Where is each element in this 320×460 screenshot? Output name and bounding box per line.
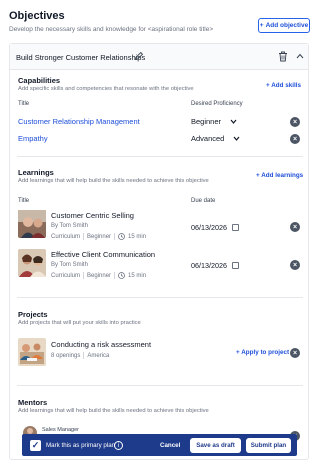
learning-level: Beginner: [87, 272, 112, 279]
proficiency-select[interactable]: Advanced: [191, 134, 240, 143]
page-subtitle: Develop the necessary skills and knowled…: [9, 26, 214, 33]
learnings-subtitle: Add learnings that will help build the s…: [18, 178, 209, 184]
objective-name: Build Stronger Customer Relationships: [16, 53, 146, 62]
chevron-down-icon: [233, 136, 240, 141]
cancel-button[interactable]: Cancel: [160, 442, 180, 449]
chevron-up-icon[interactable]: [296, 53, 304, 59]
learning-author: By Tom Smith: [51, 223, 88, 229]
learnings-title: Learnings: [18, 168, 54, 177]
divider: [17, 297, 303, 298]
col-due-date: Due date: [191, 198, 216, 204]
mentors-title: Mentors: [18, 398, 48, 407]
due-date-field[interactable]: 06/13/2026: [191, 261, 239, 270]
due-date: 06/13/2026: [191, 261, 227, 270]
learning-level: Beginner: [87, 233, 112, 240]
save-draft-button[interactable]: Save as draft: [190, 438, 241, 453]
project-location: America: [87, 352, 110, 359]
learning-duration: 15 min: [128, 233, 147, 240]
proficiency-value: Beginner: [191, 117, 222, 126]
clock-icon: [118, 233, 125, 240]
projects-title: Projects: [18, 310, 48, 319]
projects-subtitle: Add projects that will put your skills i…: [18, 320, 141, 326]
learning-thumbnail: [18, 249, 46, 277]
learning-meta: Curriculum Beginner 15 min: [51, 233, 146, 240]
col-title: Title: [18, 198, 30, 204]
check-icon: ✓: [31, 440, 40, 450]
learning-name[interactable]: Customer Centric Selling: [51, 211, 134, 220]
col-proficiency: Desired Proficiency: [191, 101, 243, 107]
apply-to-project-link[interactable]: + Apply to project: [236, 349, 289, 356]
proficiency-select[interactable]: Beginner: [191, 117, 237, 126]
capabilities-title: Capabilities: [18, 76, 61, 85]
mentor-role: Sales Manager: [42, 427, 79, 433]
clock-icon: [118, 272, 125, 279]
trash-icon[interactable]: [278, 51, 288, 62]
learning-type: Curriculum: [51, 272, 81, 279]
due-date: 06/13/2026: [191, 223, 227, 232]
pencil-icon[interactable]: [134, 51, 144, 61]
primary-plan-label: Mark this as primary plan: [46, 442, 116, 449]
page-title: Objectives: [9, 10, 65, 22]
skill-link[interactable]: Customer Relationship Management: [18, 117, 140, 126]
close-icon: ×: [292, 349, 298, 357]
learning-name[interactable]: Effective Client Communication: [51, 250, 155, 259]
add-learnings-label: Add learnings: [261, 172, 304, 179]
submit-plan-button[interactable]: Submit plan: [246, 438, 291, 453]
plus-icon: +: [259, 22, 264, 29]
skill-link[interactable]: Empathy: [18, 134, 48, 143]
col-title: Title: [18, 101, 30, 107]
capabilities-subtitle: Add specific skills and competencies tha…: [18, 86, 194, 92]
proficiency-value: Advanced: [191, 134, 225, 143]
learning-author: By Tom Smith: [51, 262, 88, 268]
add-objective-button[interactable]: + Add objective: [258, 18, 310, 33]
add-learnings-link[interactable]: + Add learnings: [256, 172, 303, 179]
remove-skill-button[interactable]: ×: [290, 117, 300, 127]
calendar-icon: [231, 224, 239, 231]
calendar-icon: [231, 262, 239, 269]
add-objective-label: Add objective: [265, 22, 309, 29]
primary-plan-checkbox[interactable]: ✓: [30, 440, 41, 451]
remove-learning-button[interactable]: ×: [290, 260, 300, 270]
add-skills-label: Add skills: [271, 82, 301, 89]
chevron-down-icon: [230, 119, 237, 124]
divider: [17, 156, 303, 157]
learning-thumbnail: [18, 210, 46, 238]
project-openings: 8 openings: [51, 352, 81, 359]
learning-duration: 15 min: [128, 272, 147, 279]
info-icon[interactable]: i: [114, 441, 123, 450]
project-thumbnail: [18, 338, 46, 366]
learning-meta: Curriculum Beginner 15 min: [51, 272, 146, 279]
close-icon: ×: [292, 261, 298, 269]
project-name[interactable]: Conducting a risk assessment: [51, 340, 151, 349]
close-icon: ×: [292, 135, 298, 143]
close-icon: ×: [292, 118, 298, 126]
remove-learning-button[interactable]: ×: [290, 222, 300, 232]
remove-project-button[interactable]: ×: [290, 348, 300, 358]
add-skills-link[interactable]: + Add skills: [266, 82, 301, 89]
project-meta: 8 openings America: [51, 352, 109, 359]
divider: [17, 385, 303, 386]
due-date-field[interactable]: 06/13/2026: [191, 223, 239, 232]
learning-type: Curriculum: [51, 233, 81, 240]
apply-label: Apply to project: [241, 349, 290, 356]
close-icon: ×: [292, 223, 298, 231]
mentors-subtitle: Add learnings that will help build the s…: [18, 408, 209, 414]
remove-skill-button[interactable]: ×: [290, 134, 300, 144]
